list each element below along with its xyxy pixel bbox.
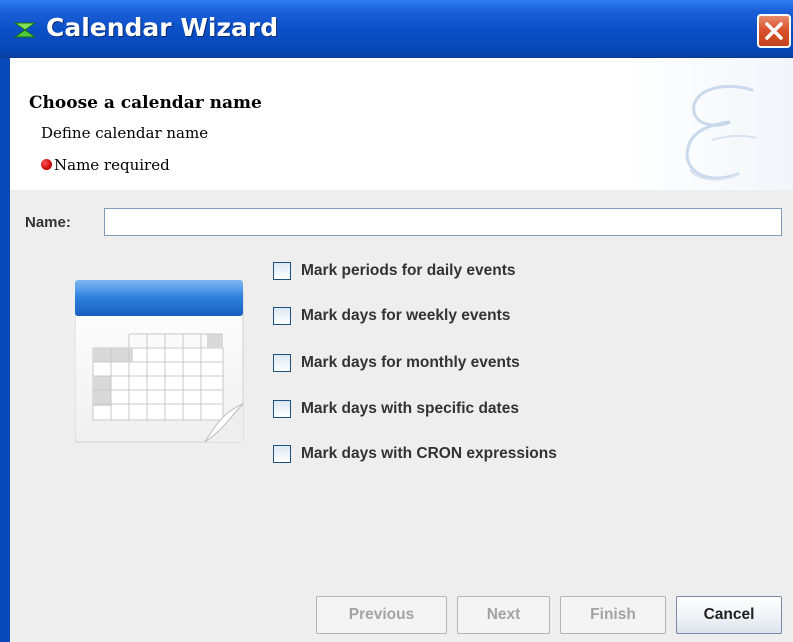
- checkbox[interactable]: [273, 262, 291, 280]
- option-monthly-events[interactable]: Mark days for monthly events: [273, 351, 520, 375]
- header-title: Choose a calendar name: [29, 93, 262, 113]
- calendar-icon: [75, 280, 244, 443]
- close-icon: [765, 22, 783, 40]
- wizard-icon: [14, 22, 36, 38]
- header-panel: Choose a calendar name Define calendar n…: [10, 58, 793, 190]
- checkbox[interactable]: [273, 354, 291, 372]
- title-bar[interactable]: Calendar Wizard: [0, 0, 793, 58]
- option-label: Mark days with CRON expressions: [301, 445, 557, 462]
- checkbox[interactable]: [273, 307, 291, 325]
- letter-e-watermark: [685, 85, 757, 181]
- option-specific-dates[interactable]: Mark days with specific dates: [273, 397, 519, 421]
- red-dot-icon: [41, 158, 52, 170]
- checkbox[interactable]: [273, 445, 291, 463]
- option-weekly-events[interactable]: Mark days for weekly events: [273, 304, 510, 328]
- option-label: Mark periods for daily events: [301, 262, 516, 279]
- option-label: Mark days for weekly events: [301, 307, 511, 324]
- name-input[interactable]: [104, 208, 782, 236]
- option-cron-expressions[interactable]: Mark days with CRON expressions: [273, 442, 557, 466]
- next-button[interactable]: Next: [457, 596, 550, 634]
- option-label: Mark days for monthly events: [301, 354, 520, 371]
- window-title: Calendar Wizard: [46, 13, 279, 42]
- cancel-button[interactable]: Cancel: [676, 596, 782, 634]
- header-subtitle: Define calendar name: [41, 124, 209, 142]
- requirement-text: Name required: [54, 156, 170, 174]
- requirement-message: Name required: [41, 156, 170, 174]
- option-label: Mark days with specific dates: [301, 400, 519, 417]
- close-button[interactable]: [757, 14, 791, 48]
- checkbox[interactable]: [273, 400, 291, 418]
- previous-button[interactable]: Previous: [316, 596, 447, 634]
- name-label: Name:: [25, 214, 71, 231]
- finish-button[interactable]: Finish: [560, 596, 666, 634]
- option-daily-events[interactable]: Mark periods for daily events: [273, 259, 516, 283]
- window-frame-left: [0, 58, 10, 642]
